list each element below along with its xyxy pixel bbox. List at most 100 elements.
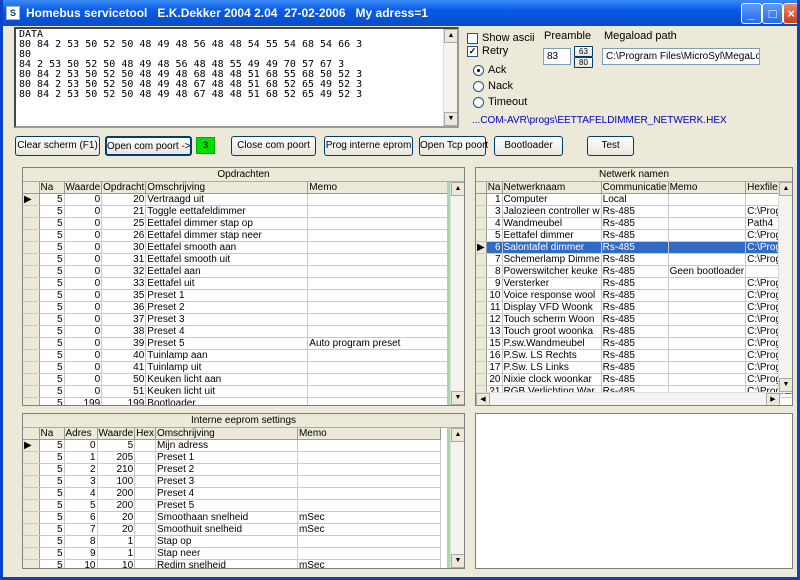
table-cell[interactable]: 5 — [39, 229, 65, 243]
table-cell[interactable]: Rs-485 — [601, 361, 669, 375]
column-header[interactable]: Waarde — [97, 428, 136, 441]
table-cell[interactable]: 5 — [39, 547, 65, 561]
row-indicator[interactable] — [23, 277, 40, 291]
table-cell[interactable]: Versterker — [502, 277, 602, 291]
table-cell[interactable]: 5 — [39, 499, 65, 513]
table-cell[interactable]: Bootloader — [145, 397, 309, 405]
table-row[interactable]: 12Touch scherm WoonRs-485C:\Program — [476, 313, 792, 327]
table-cell[interactable]: 0 — [64, 337, 103, 351]
row-indicator[interactable] — [23, 289, 40, 303]
preamble-63-button[interactable]: 63 — [574, 46, 593, 57]
table-cell[interactable] — [134, 559, 156, 568]
row-indicator[interactable] — [23, 361, 40, 375]
row-indicator[interactable] — [476, 205, 487, 219]
table-cell[interactable]: Rs-485 — [601, 205, 669, 219]
table-cell[interactable]: 7 — [486, 253, 503, 267]
column-header[interactable]: Omschrijving — [145, 182, 309, 195]
table-cell[interactable]: Rs-485 — [601, 373, 669, 387]
table-cell[interactable]: 5 — [39, 205, 65, 219]
row-indicator[interactable] — [23, 463, 40, 477]
table-cell[interactable]: P.Sw. LS Rechts — [502, 349, 602, 363]
table-cell[interactable] — [134, 547, 156, 561]
table-cell[interactable]: 5 — [39, 535, 65, 549]
table-cell[interactable]: mSec — [297, 559, 441, 568]
table-cell[interactable]: 1 — [486, 193, 503, 207]
column-header[interactable]: Memo — [297, 428, 441, 441]
table-cell[interactable] — [307, 193, 459, 207]
scroll-up-icon[interactable]: ▲ — [444, 29, 457, 43]
table-cell[interactable]: 3 — [486, 205, 503, 219]
column-header[interactable]: Netwerknaam — [502, 182, 602, 195]
table-cell[interactable]: 200 — [97, 499, 136, 513]
table-cell[interactable]: Redim snelheid — [155, 559, 298, 568]
scroll-down-icon[interactable]: ▼ — [451, 391, 464, 405]
table-cell[interactable]: 0 — [64, 205, 103, 219]
column-header[interactable]: Adres — [64, 428, 98, 441]
table-cell[interactable]: 10 — [64, 559, 98, 568]
row-indicator[interactable] — [23, 499, 40, 513]
table-cell[interactable]: Eettafel uit — [145, 277, 309, 291]
table-cell[interactable]: Rs-485 — [601, 217, 669, 231]
table-cell[interactable]: Preset 5 — [145, 337, 309, 351]
table-row[interactable]: 17P.Sw. LS LinksRs-485C:\Program — [476, 361, 792, 375]
table-cell[interactable]: Rs-485 — [601, 253, 669, 267]
table-cell[interactable]: 5 — [39, 511, 65, 525]
table-cell[interactable]: 20 — [97, 511, 136, 525]
netwerk-grid[interactable]: Netwerk namen Na Netwerknaam Communicatie M… — [475, 167, 793, 406]
table-row[interactable]: 5 0 41 Tuinlamp uit — [23, 361, 459, 375]
table-cell[interactable]: 0 — [64, 313, 103, 327]
column-header[interactable]: Memo — [307, 182, 459, 195]
table-cell[interactable] — [668, 277, 747, 291]
table-cell[interactable]: 36 — [101, 301, 147, 315]
table-cell[interactable]: 40 — [101, 349, 147, 363]
table-cell[interactable]: Rs-485 — [601, 325, 669, 339]
table-cell[interactable]: 5 — [39, 487, 65, 501]
eeprom-table[interactable]: Na Adres Waarde Hex Omschrijving Memo ▶ 5 0 5 Mijn… — [23, 428, 441, 568]
table-cell[interactable]: Jalozieen controller w — [502, 205, 602, 219]
show-ascii-checkbox[interactable]: Show ascii — [467, 32, 535, 44]
table-cell[interactable] — [668, 217, 747, 231]
table-cell[interactable]: Wandmeubel — [502, 217, 602, 231]
table-cell[interactable]: Stap op — [155, 535, 298, 549]
table-cell[interactable]: 0 — [64, 373, 103, 387]
table-cell[interactable]: 0 — [64, 217, 103, 231]
title-bar[interactable]: S Homebus servicetool E.K.Dekker 2004 2.… — [3, 0, 797, 26]
table-cell[interactable]: Display VFD Woonk — [502, 301, 602, 315]
row-indicator[interactable] — [476, 349, 487, 363]
table-cell[interactable]: 0 — [64, 301, 103, 315]
netwerk-hscrollbar[interactable]: ◀ ▶ — [476, 392, 780, 405]
table-cell[interactable]: 39 — [101, 337, 147, 351]
table-cell[interactable] — [668, 337, 747, 351]
table-cell[interactable]: 0 — [64, 265, 103, 279]
table-row[interactable]: 5Eettafel dimmerRs-485C:\Program — [476, 229, 792, 243]
table-row[interactable]: ▶ 5 0 5 Mijn adress — [23, 439, 441, 453]
table-cell[interactable] — [668, 313, 747, 327]
table-cell[interactable] — [668, 229, 747, 243]
table-cell[interactable]: 0 — [64, 241, 103, 255]
table-cell[interactable]: Tuinlamp uit — [145, 361, 309, 375]
row-indicator[interactable] — [23, 301, 40, 315]
table-cell[interactable]: 9 — [64, 547, 98, 561]
table-cell[interactable]: 21 — [101, 205, 147, 219]
table-cell[interactable]: 0 — [64, 325, 103, 339]
row-indicator[interactable] — [23, 535, 40, 549]
table-cell[interactable]: 20 — [486, 373, 503, 387]
row-indicator[interactable] — [476, 301, 487, 315]
table-row[interactable]: 5 0 40 Tuinlamp aan — [23, 349, 459, 363]
row-indicator[interactable] — [476, 373, 487, 387]
table-cell[interactable]: 5 — [39, 241, 65, 255]
table-cell[interactable]: Preset 5 — [155, 499, 298, 513]
table-cell[interactable] — [307, 397, 459, 405]
row-indicator[interactable] — [476, 361, 487, 375]
table-cell[interactable]: 20 — [101, 193, 147, 207]
table-cell[interactable]: Touch scherm Woon — [502, 313, 602, 327]
preamble-input[interactable]: 83 — [543, 48, 571, 65]
table-row[interactable]: 5 0 51 Keuken licht uit — [23, 385, 459, 399]
prog-eprom-button[interactable]: Prog interne eprom — [324, 136, 413, 156]
table-cell[interactable]: Eettafel smooth aan — [145, 241, 309, 255]
table-cell[interactable]: Preset 1 — [145, 289, 309, 303]
scroll-left-icon[interactable]: ◀ — [476, 393, 490, 405]
row-indicator[interactable] — [476, 325, 487, 339]
row-indicator[interactable] — [23, 547, 40, 561]
current-row-icon[interactable]: ▶ — [23, 439, 40, 453]
